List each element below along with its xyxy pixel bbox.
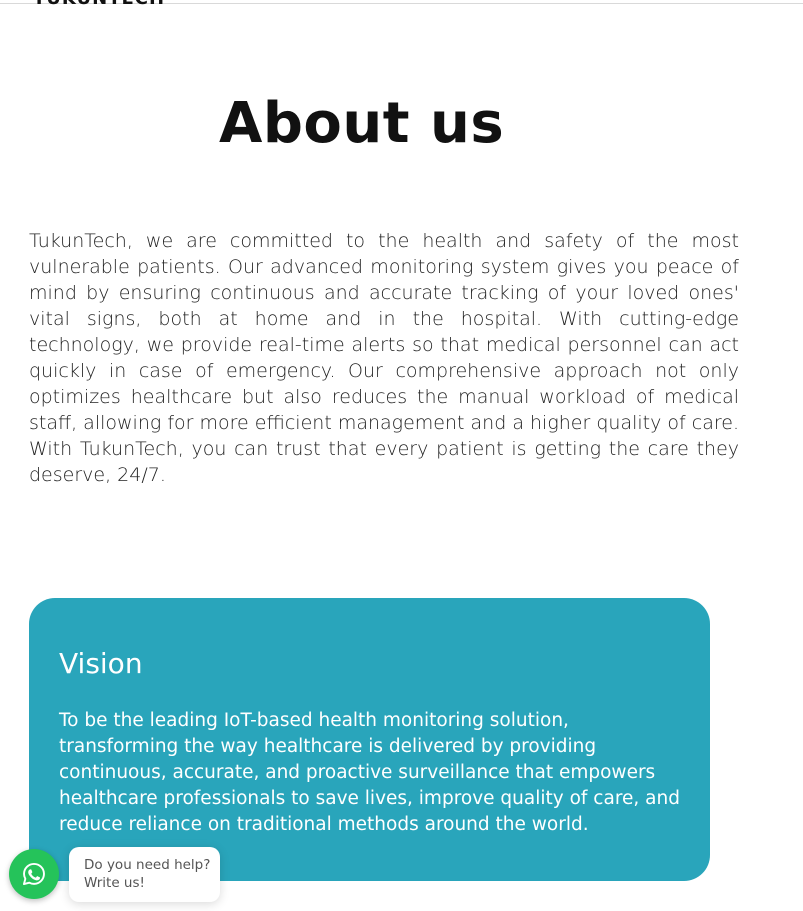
about-description: TukunTech, we are committed to the healt… (29, 230, 739, 486)
help-bubble-question: Do you need help? (84, 857, 211, 873)
site-logo[interactable]: TUKUNTECH (33, 0, 165, 8)
help-bubble[interactable]: Do you need help? Write us! (69, 847, 220, 902)
vision-description: To be the leading IoT-based health monit… (59, 710, 680, 835)
vision-title: Vision (59, 647, 143, 680)
vision-card: Vision To be the leading IoT-based healt… (29, 598, 710, 881)
whatsapp-icon (20, 860, 48, 888)
help-bubble-cta: Write us! (84, 875, 145, 891)
whatsapp-chat-button[interactable] (9, 849, 59, 899)
page: TUKUNTECH About us TukunTech, we are com… (0, 0, 803, 911)
page-title: About us (219, 91, 505, 156)
